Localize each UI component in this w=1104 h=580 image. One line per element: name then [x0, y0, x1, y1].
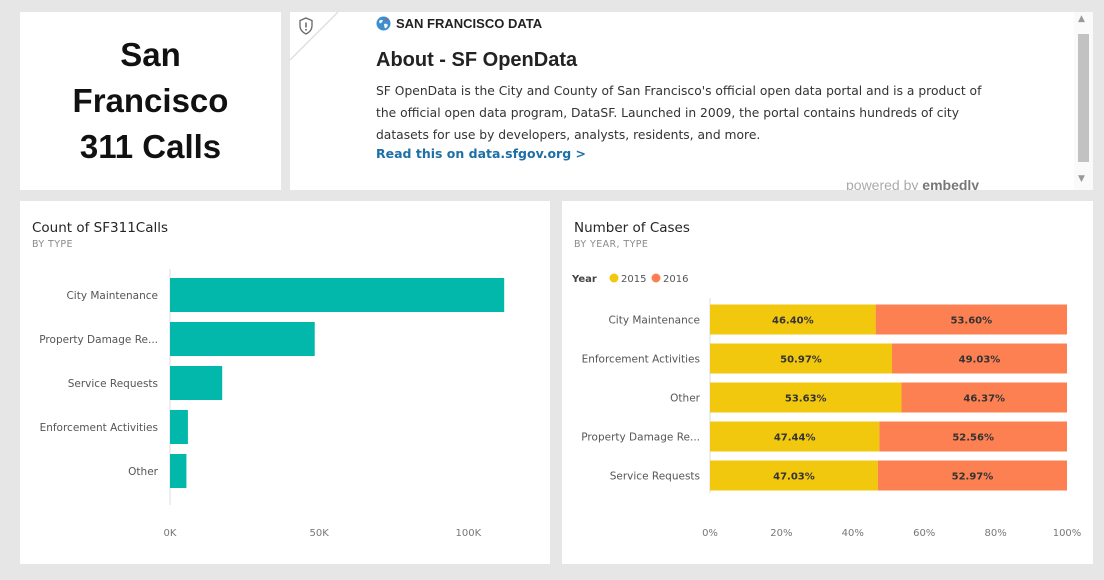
scrollbar[interactable]: ▲ ▼ — [1074, 12, 1093, 190]
chart-title: Number of Cases — [574, 220, 690, 236]
category-label: Other — [128, 466, 158, 478]
legend-label[interactable]: 2016 — [663, 274, 688, 285]
category-label: Property Damage Re... — [39, 334, 158, 346]
data-label: 46.37% — [963, 394, 1005, 405]
cases-by-year-chart: Year 2015 2016 City Maintenance 46.40% 53.60%… — [571, 273, 1082, 539]
legend-marker[interactable] — [651, 273, 661, 283]
x-tick-label: 100% — [1053, 528, 1082, 539]
category-label: Other — [670, 393, 700, 405]
scroll-up-arrow-icon[interactable]: ▲ — [1078, 14, 1085, 24]
title-line: Francisco — [72, 82, 229, 119]
category-label: Property Damage Re... — [581, 432, 700, 444]
x-tick-label: 0% — [702, 528, 718, 539]
scroll-thumb[interactable] — [1078, 34, 1089, 162]
title-line: San — [120, 36, 181, 73]
chart-subtitle: BY TYPE — [32, 239, 73, 250]
count-by-type-chart: City Maintenance Property Damage Re... Ser… — [39, 269, 505, 539]
shield-icon[interactable] — [298, 17, 314, 35]
powered-by-prefix: powered by — [846, 177, 919, 190]
bar[interactable] — [170, 278, 505, 312]
chart-title: Count of SF311Calls — [32, 220, 169, 236]
bar[interactable] — [170, 410, 188, 444]
title-line: 311 Calls — [79, 128, 222, 165]
powered-by-brand: embedly — [922, 177, 980, 190]
legend-label[interactable]: 2015 — [621, 274, 646, 285]
x-tick-label: 40% — [842, 528, 864, 539]
scroll-down-arrow-icon[interactable]: ▼ — [1078, 174, 1085, 184]
bar[interactable] — [170, 322, 315, 356]
cases-by-year-tile[interactable]: Number of Cases BY YEAR, TYPE Year 2015 20… — [562, 201, 1093, 564]
legend-marker[interactable] — [609, 273, 619, 283]
bar[interactable] — [170, 366, 223, 400]
category-label: City Maintenance — [608, 315, 700, 327]
chart-subtitle: BY YEAR, TYPE — [574, 239, 649, 250]
powered-by-embedly[interactable]: powered by embedly — [846, 177, 979, 190]
data-label: 52.97% — [952, 472, 994, 483]
x-tick-label: 80% — [984, 528, 1006, 539]
category-label: City Maintenance — [66, 290, 158, 302]
title-tile[interactable]: San Francisco 311 Calls — [20, 12, 281, 190]
x-tick-label: 0K — [164, 528, 177, 539]
read-more-link[interactable]: Read this on data.sfgov.org > — [376, 146, 586, 161]
x-tick-label: 60% — [913, 528, 935, 539]
data-label: 47.03% — [773, 472, 815, 483]
bar[interactable] — [170, 454, 187, 488]
x-tick-label: 20% — [770, 528, 792, 539]
count-by-type-tile[interactable]: Count of SF311Calls BY TYPE City Mainten… — [20, 201, 550, 564]
dashboard-title: San Francisco 311 Calls — [73, 32, 229, 170]
x-tick-label: 100K — [456, 528, 482, 539]
data-label: 53.63% — [785, 394, 827, 405]
category-label: Enforcement Activities — [40, 422, 158, 434]
about-heading: About - SF OpenData — [376, 49, 578, 71]
data-label: 47.44% — [774, 433, 816, 444]
data-label: 50.97% — [780, 355, 822, 366]
about-source: SAN FRANCISCO DATA — [376, 16, 542, 31]
data-label: 52.56% — [952, 433, 994, 444]
category-label: Service Requests — [610, 471, 700, 483]
category-label: Enforcement Activities — [582, 354, 700, 366]
x-tick-label: 50K — [310, 528, 330, 539]
legend-title: Year — [571, 274, 597, 285]
data-label: 53.60% — [950, 316, 992, 327]
globe-icon — [376, 16, 391, 31]
data-label: 49.03% — [959, 355, 1001, 366]
about-embed-tile[interactable]: SAN FRANCISCO DATA About - SF OpenData S… — [290, 12, 1093, 190]
data-label: 46.40% — [772, 316, 814, 327]
about-body: SF OpenData is the City and County of Sa… — [376, 84, 982, 142]
about-source-label: SAN FRANCISCO DATA — [396, 16, 543, 31]
category-label: Service Requests — [68, 378, 158, 390]
